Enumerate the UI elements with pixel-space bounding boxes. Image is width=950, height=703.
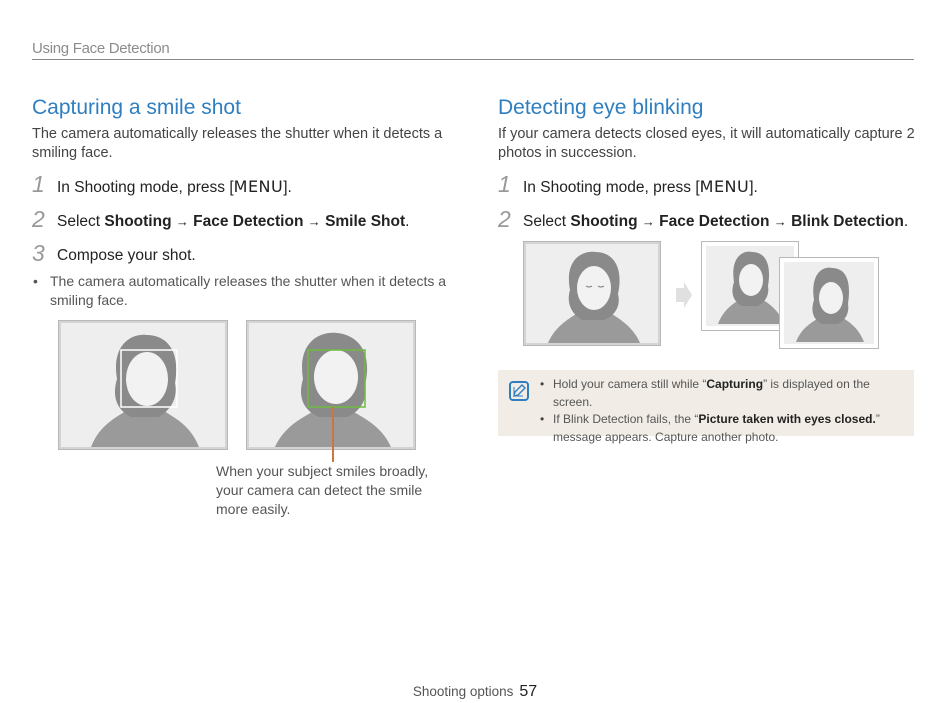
note-pencil-icon xyxy=(509,381,529,401)
face-photo-smiling xyxy=(247,321,415,449)
page-header: Using Face Detection xyxy=(32,40,914,60)
note-list: Hold your camera still while “Capturing”… xyxy=(540,376,905,446)
caption-pointer xyxy=(332,407,334,462)
face-photo-eyes-closed xyxy=(524,242,660,345)
step-3-note: The camera automatically releases the sh… xyxy=(7,272,452,310)
page-number: 57 xyxy=(519,683,538,700)
section-title: Detecting eye blinking xyxy=(498,96,704,119)
capture-photo-2 xyxy=(780,258,878,348)
arrow-right-icon: → xyxy=(773,214,787,229)
note-item: If Blink Detection fails, the “Picture t… xyxy=(540,411,905,446)
menu-key: MENU xyxy=(699,177,750,196)
menu-path-item: Face Detection xyxy=(659,213,770,230)
section-title: Capturing a smile shot xyxy=(32,96,241,119)
step-number: 3 xyxy=(32,240,45,266)
arrow-right-icon: → xyxy=(641,214,655,229)
step-number: 2 xyxy=(498,206,511,232)
section-intro: The camera automatically releases the sh… xyxy=(32,126,443,161)
section-intro: If your camera detects closed eyes, it w… xyxy=(498,126,915,161)
menu-path-item: Shooting xyxy=(570,213,638,230)
photo-caption: When your subject smiles broadly, your c… xyxy=(216,463,429,517)
step-1: 1 In Shooting mode, press [MENU]. xyxy=(498,171,758,197)
face-photo-neutral xyxy=(59,321,227,449)
menu-path-item: Smile Shot xyxy=(325,213,406,230)
arrow-right-icon: → xyxy=(175,214,189,229)
menu-path-item: Face Detection xyxy=(193,213,304,230)
menu-path-item: Blink Detection xyxy=(791,213,904,230)
step-number: 1 xyxy=(32,171,45,197)
smile-shot-section: Capturing a smile shot The camera automa… xyxy=(32,95,452,310)
menu-key: MENU xyxy=(233,177,284,196)
step-number: 2 xyxy=(32,206,45,232)
arrow-next-icon xyxy=(676,282,692,308)
note-box: Hold your camera still while “Capturing”… xyxy=(498,370,914,444)
step-number: 1 xyxy=(498,171,511,197)
arrow-right-icon: → xyxy=(307,214,321,229)
step-1: 1 In Shooting mode, press [MENU]. xyxy=(32,171,292,197)
note-item: Hold your camera still while “Capturing”… xyxy=(540,376,905,411)
page-footer: Shooting options 57 xyxy=(0,683,950,701)
blink-detection-section: Detecting eye blinking If your camera de… xyxy=(498,95,918,232)
step-2: 2 Select Shooting → Face Detection → Bli… xyxy=(498,206,909,232)
header-title: Using Face Detection xyxy=(32,40,170,57)
menu-path-item: Shooting xyxy=(104,213,172,230)
footer-section: Shooting options xyxy=(412,684,514,699)
step-2: 2 Select Shooting → Face Detection → Smi… xyxy=(32,206,410,232)
step-3: 3 Compose your shot. xyxy=(32,240,196,266)
